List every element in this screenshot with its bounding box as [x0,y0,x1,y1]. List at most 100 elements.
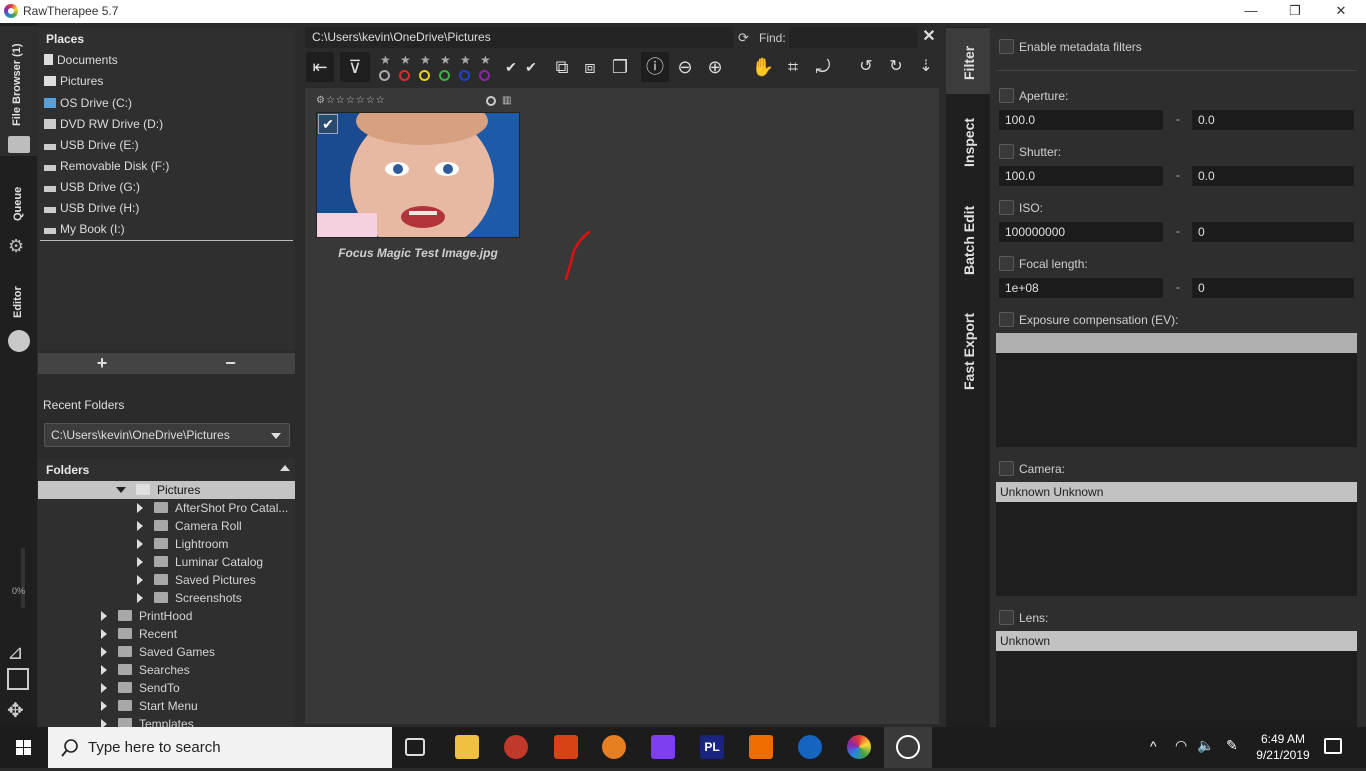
affinity-photo-icon[interactable] [651,735,675,759]
place-usb-e[interactable]: USB Drive (E:) [44,135,139,155]
app-icon-red[interactable] [504,735,528,759]
exposure-list-selected-row[interactable] [996,333,1357,353]
remove-place-button[interactable]: − [166,353,295,374]
place-removable-f[interactable]: Removable Disk (F:) [44,156,169,176]
start-button[interactable] [0,727,48,768]
app-icon-eye[interactable] [602,735,626,759]
place-usb-g[interactable]: USB Drive (G:) [44,177,140,197]
folder-row[interactable]: Recent [38,625,295,643]
aperture-from-input[interactable]: 100.0 [999,110,1163,130]
focal-length-from-input[interactable]: 1e+08 [999,278,1163,298]
camera-list[interactable]: Unknown Unknown [996,482,1357,596]
lens-list[interactable]: Unknown [996,631,1357,727]
iso-from-input[interactable]: 100000000 [999,222,1163,242]
lens-list-item[interactable]: Unknown [996,631,1357,651]
thumbnail-rating[interactable]: ⚙☆☆☆☆☆☆ [316,95,386,106]
thumbnail-select-checkbox[interactable]: ✔ [318,114,338,134]
folder-row[interactable]: Luminar Catalog [38,553,295,571]
aperture-to-input[interactable]: 0.0 [1192,110,1354,130]
color-label-green-icon[interactable] [439,70,450,81]
rotate-right-icon[interactable]: ↻ [883,52,909,82]
add-place-button[interactable]: + [38,353,166,374]
filter-clear-icon[interactable]: ⊽ [340,52,370,82]
place-usb-h[interactable]: USB Drive (H:) [44,198,139,218]
copy-icon[interactable]: ❐ [609,52,631,82]
task-view-icon[interactable] [405,738,425,756]
photolab-icon[interactable]: PL [700,735,724,759]
color-label-red-icon[interactable] [399,70,410,81]
crop-icon[interactable]: ⌗ [781,52,805,82]
pen-icon[interactable]: ✎ [1226,737,1238,754]
shutter-from-input[interactable]: 100.0 [999,166,1163,186]
folder-row-pictures[interactable]: Pictures [38,481,295,499]
app-icon-video[interactable] [749,735,773,759]
saved-filter-icon[interactable]: ✔ [521,52,541,82]
volume-icon[interactable]: 🔈 [1197,737,1214,754]
rotate-left-icon[interactable]: ↺ [853,52,879,82]
zoom-in-icon[interactable]: ⊕ [703,52,727,82]
place-pictures[interactable]: Pictures [44,71,103,91]
tab-fast-export[interactable]: Fast Export [946,302,990,397]
zoom-out-icon[interactable]: ⊖ [673,52,697,82]
path-input[interactable]: C:\Users\kevin\OneDrive\Pictures [305,27,733,48]
clear-find-icon[interactable]: ✕ [921,28,937,46]
rawtherapee-taskbar-icon[interactable] [847,735,871,759]
folder-row[interactable]: Searches [38,661,295,679]
app-icon-blue[interactable] [798,735,822,759]
move-icon[interactable]: ✥ [7,698,24,723]
place-dvd-drive[interactable]: DVD RW Drive (D:) [44,114,163,134]
folder-row[interactable]: Screenshots [38,589,295,607]
file-explorer-icon[interactable] [455,735,479,759]
notifications-icon[interactable] [1324,738,1342,754]
refresh-icon[interactable]: ⟳ [738,30,749,46]
transform-icon[interactable]: ⤾ [811,52,835,82]
iso-to-input[interactable]: 0 [1192,222,1354,242]
taskbar-search-box[interactable]: Type here to search [48,727,392,768]
star-icon[interactable]: ★ [380,53,391,67]
star-icon[interactable]: ★ [440,53,451,67]
trash-filter-icon[interactable]: ⧈ [579,52,601,82]
find-input[interactable] [789,27,917,48]
thumbnail-image[interactable] [316,112,520,238]
aperture-checkbox[interactable] [999,88,1014,103]
folder-row[interactable]: Camera Roll [38,517,295,535]
place-documents[interactable]: Documents [44,50,118,70]
app-icon-orange[interactable] [554,735,578,759]
folder-row[interactable]: Templates [38,715,295,727]
color-label-yellow-icon[interactable] [419,70,430,81]
close-window-button[interactable]: ✕ [1318,0,1364,23]
collapse-up-icon[interactable] [280,465,290,471]
exposure-list[interactable] [996,333,1357,447]
color-label-none-icon[interactable] [379,70,390,81]
folder-row[interactable]: SendTo [38,679,295,697]
tab-editor[interactable]: Editor [0,278,37,338]
active-app-highlight[interactable] [884,727,932,768]
chevron-up-icon[interactable]: ^ [1150,738,1157,754]
taskbar-clock[interactable]: 6:49 AM 9/21/2019 [1252,731,1314,763]
color-label-purple-icon[interactable] [479,70,490,81]
edited-filter-icon[interactable]: ✔ [501,52,521,82]
flip-icon[interactable]: ⇣ [913,52,939,82]
minimize-button[interactable]: — [1228,0,1274,23]
folder-row[interactable]: Start Menu [38,697,295,715]
place-os-drive[interactable]: OS Drive (C:) [44,93,132,113]
star-icon[interactable]: ★ [400,53,411,67]
folder-row[interactable]: AfterShot Pro Catal... [38,499,295,517]
color-label-blue-icon[interactable] [459,70,470,81]
exposure-checkbox[interactable] [999,312,1014,327]
star-icon[interactable]: ★ [480,53,491,67]
hand-tool-icon[interactable]: ✋ [751,52,775,82]
camera-checkbox[interactable] [999,461,1014,476]
iso-checkbox[interactable] [999,200,1014,215]
camera-list-item[interactable]: Unknown Unknown [996,482,1357,502]
thumbnail-color-label-icon[interactable] [486,96,496,106]
recent-folders-combo[interactable]: C:\Users\kevin\OneDrive\Pictures [44,423,290,447]
focal-length-checkbox[interactable] [999,256,1014,271]
folder-row[interactable]: PrintHood [38,607,295,625]
folder-row[interactable]: Saved Games [38,643,295,661]
restore-button[interactable]: ❐ [1272,0,1318,23]
tab-filter[interactable]: Filter [946,28,990,94]
star-icon[interactable]: ★ [460,53,471,67]
tab-batch-edit[interactable]: Batch Edit [946,197,990,287]
recent-filter-icon[interactable]: ⧉ [551,52,573,82]
